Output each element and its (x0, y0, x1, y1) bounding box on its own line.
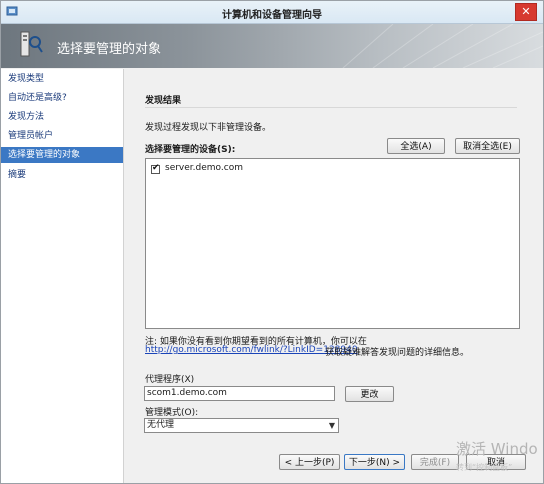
next-button[interactable]: 下一步(N) > (344, 454, 405, 470)
activation-watermark: 激活 Windo (456, 440, 538, 458)
nav-item-auto-or-advanced[interactable]: 自动还是高级? (1, 90, 123, 106)
proxy-label: 代理程序(X) (145, 375, 195, 385)
change-button[interactable]: 更改 (345, 386, 394, 402)
proxy-field[interactable]: scom1.demo.com (144, 386, 335, 401)
note-after-text: 获取疑难解答发现问题的详细信息。 (325, 348, 470, 358)
wizard-icon (20, 31, 43, 57)
management-mode-select[interactable]: 无代理 ▼ (144, 418, 339, 433)
nav-item-select-objects[interactable]: 选择要管理的对象 (1, 147, 123, 163)
checkmark-icon: ✔ (152, 163, 160, 173)
nav-item-discovery-type[interactable]: 发现类型 (1, 71, 123, 87)
wizard-step-nav: 发现类型 自动还是高级? 发现方法 管理员帐户 选择要管理的对象 摘要 (1, 69, 124, 483)
device-name: server.demo.com (165, 163, 243, 173)
chevron-down-icon: ▼ (328, 421, 335, 430)
device-list[interactable]: ✔ server.demo.com (145, 158, 520, 329)
deselect-all-button[interactable]: 取消全选(E) (455, 138, 520, 154)
nav-item-admin-account[interactable]: 管理员帐户 (1, 128, 123, 144)
activation-watermark-sub: 转到“控制面板” (456, 463, 513, 472)
finish-button[interactable]: 完成(F) (411, 454, 459, 470)
mode-label: 管理模式(O): (145, 408, 199, 418)
window-title: 计算机和设备管理向导 (222, 10, 322, 21)
wizard-content: 发现结果 发现过程发现以下非管理设备。 选择要管理的设备(S): 全选(A) 取… (124, 69, 543, 449)
section-title: 发现结果 (145, 96, 182, 106)
close-button[interactable]: ✕ (515, 3, 537, 21)
mode-value: 无代理 (147, 420, 175, 430)
nav-item-discovery-method[interactable]: 发现方法 (1, 109, 123, 125)
device-list-label: 选择要管理的设备(S): (145, 145, 236, 155)
section-divider (145, 107, 517, 108)
previous-button[interactable]: < 上一步(P) (279, 454, 340, 470)
nav-item-summary[interactable]: 摘要 (1, 167, 123, 183)
device-checkbox[interactable]: ✔ (151, 163, 160, 174)
info-text: 发现过程发现以下非管理设备。 (145, 123, 272, 133)
select-all-button[interactable]: 全选(A) (387, 138, 445, 154)
close-icon: ✕ (521, 5, 531, 18)
header-decoration (342, 24, 543, 68)
wizard-header: 选择要管理的对象 (1, 24, 543, 68)
header-title: 选择要管理的对象 (57, 42, 162, 57)
wizard-window: 计算机和设备管理向导 ✕ 选择要管理的对象 发现类型 自动还是高级? 发现方法 … (0, 0, 544, 484)
title-bar: 计算机和设备管理向导 ✕ (1, 1, 543, 24)
